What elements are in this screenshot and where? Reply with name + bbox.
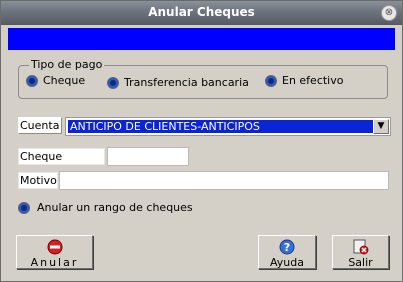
salir-button[interactable]: Salir <box>332 235 389 269</box>
cheque-field[interactable] <box>107 147 189 166</box>
radio-cheque[interactable]: Cheque <box>26 74 85 87</box>
cuenta-selected-value: ANTICIPO DE CLIENTES-ANTICIPOS <box>68 120 374 133</box>
window-title: Anular Cheques <box>148 5 255 19</box>
radio-transferencia[interactable]: Transferencia bancaria <box>107 76 249 89</box>
radio-efectivo-indicator <box>265 74 277 87</box>
help-icon: ? <box>279 239 295 255</box>
rango-cheques-indicator <box>18 201 30 214</box>
chevron-down-icon[interactable]: ▼ <box>373 119 389 134</box>
no-entry-icon <box>47 239 62 255</box>
cheque-label: Cheque <box>18 148 105 165</box>
exit-door-icon <box>353 239 368 255</box>
anular-button-label: Anular <box>30 256 79 269</box>
radio-transferencia-indicator <box>107 76 119 89</box>
cuenta-label: Cuenta <box>18 117 62 134</box>
motivo-label: Motivo <box>18 172 58 189</box>
radio-cheque-indicator <box>26 74 38 87</box>
radio-efectivo-label: En efectivo <box>282 74 344 87</box>
ayuda-button-label: Ayuda <box>270 256 304 269</box>
radio-transferencia-label: Transferencia bancaria <box>124 76 249 89</box>
radio-cheque-label: Cheque <box>43 74 86 87</box>
anular-button[interactable]: Anular <box>16 235 93 269</box>
cuenta-select[interactable]: ANTICIPO DE CLIENTES-ANTICIPOS ▼ <box>65 117 391 136</box>
salir-button-label: Salir <box>348 256 373 269</box>
rango-cheques-label: Anular un rango de cheques <box>37 201 193 214</box>
tipo-pago-legend: Tipo de pago <box>29 58 105 71</box>
header-blue-bar <box>8 28 395 50</box>
motivo-field[interactable] <box>59 171 389 190</box>
rango-cheques-option[interactable]: Anular un rango de cheques <box>18 201 193 214</box>
radio-efectivo[interactable]: En efectivo <box>265 74 343 87</box>
close-icon[interactable]: ⊗ <box>381 5 397 21</box>
title-bar[interactable]: Anular Cheques ⊗ <box>1 1 402 25</box>
ayuda-button[interactable]: ? Ayuda <box>258 235 316 269</box>
anular-cheques-window: Anular Cheques ⊗ Tipo de pago Cheque Tra… <box>0 0 403 282</box>
svg-text:?: ? <box>284 241 290 254</box>
